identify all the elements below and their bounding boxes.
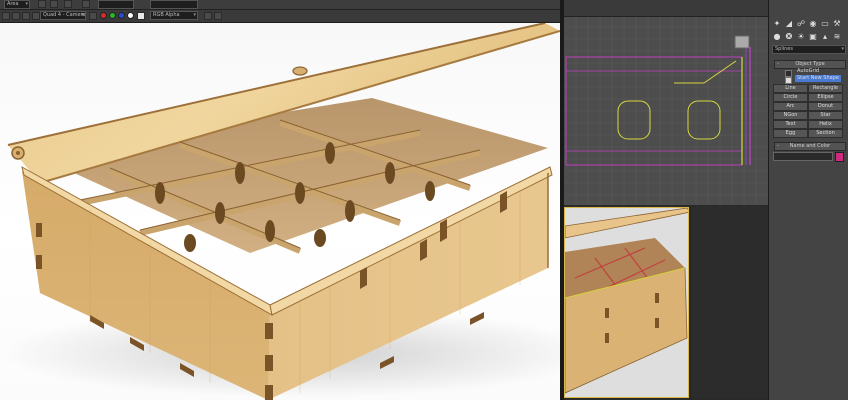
- autogrid-checkbox[interactable]: [785, 70, 792, 77]
- arc-button[interactable]: Arc: [773, 102, 808, 111]
- crop-icon[interactable]: [50, 0, 58, 8]
- channel-display-dropdown[interactable]: RGB Alpha ▾: [150, 11, 198, 20]
- modify-tab-icon[interactable]: ◢: [784, 19, 794, 28]
- hierarchy-tab-icon[interactable]: ☍: [796, 19, 806, 28]
- top-viewport-canvas: [564, 17, 768, 205]
- region-icon[interactable]: [38, 0, 46, 8]
- lock-viewport-icon[interactable]: [89, 12, 97, 20]
- circle-button[interactable]: Circle: [773, 93, 808, 102]
- wooden-box-render: [0, 23, 560, 400]
- channel-dropdown-value: RGB Alpha: [153, 12, 180, 18]
- green-channel-icon[interactable]: [109, 12, 116, 19]
- viewport-top-strip: [564, 0, 768, 17]
- section-button[interactable]: Section: [808, 129, 843, 138]
- lights-icon[interactable]: ☀: [796, 32, 806, 41]
- render-toolbar-top: Area ▾: [0, 0, 560, 10]
- line-button[interactable]: Line: [773, 84, 808, 93]
- hinge-right: [292, 66, 308, 76]
- ngon-button[interactable]: NGon: [773, 111, 808, 120]
- text-button[interactable]: Text: [773, 120, 808, 129]
- render-toolbar-bottom: Quad 4 - Camera ▾ RGB Alpha ▾: [0, 10, 560, 23]
- category-dropdown-value: Splines: [775, 46, 793, 52]
- category-dropdown[interactable]: Splines ▾: [772, 45, 846, 54]
- chevron-down-icon: ▾: [841, 46, 844, 52]
- alpha-channel-icon[interactable]: [127, 12, 134, 19]
- donut-button[interactable]: Donut: [808, 102, 843, 111]
- egg-button[interactable]: Egg: [773, 129, 808, 138]
- chevron-down-icon: ▾: [81, 12, 84, 18]
- autogrid-label: AutoGrid: [797, 68, 820, 74]
- reset-icon[interactable]: [32, 12, 40, 20]
- monochrome-icon[interactable]: [137, 12, 145, 20]
- perspective-viewport-canvas: [565, 208, 688, 397]
- collapse-icon: -: [777, 61, 779, 67]
- object-type-title: Object Type: [795, 61, 825, 67]
- rendered-frame-view: [0, 23, 560, 400]
- geometry-icon[interactable]: ●: [772, 32, 782, 41]
- red-channel-icon[interactable]: [100, 12, 107, 19]
- chevron-down-icon: ▾: [25, 1, 28, 7]
- camera-icon: [734, 35, 750, 49]
- helix-button[interactable]: Helix: [808, 120, 843, 129]
- chevron-down-icon: ▾: [193, 12, 196, 18]
- cameras-icon[interactable]: ▣: [808, 32, 818, 41]
- motion-tab-icon[interactable]: ◉: [808, 19, 818, 28]
- space-warps-icon[interactable]: ≋: [832, 32, 842, 41]
- save-image-icon[interactable]: [204, 12, 212, 20]
- star-button[interactable]: Star: [808, 111, 843, 120]
- collapse-icon: -: [777, 143, 779, 149]
- clone-frame-icon[interactable]: [214, 12, 222, 20]
- create-tab-icon[interactable]: ✦: [772, 19, 782, 28]
- ellipse-button[interactable]: Ellipse: [808, 93, 843, 102]
- perspective-viewport[interactable]: [564, 207, 689, 398]
- display-tab-icon[interactable]: ▭: [820, 19, 830, 28]
- start-new-shape-label: Start New Shape: [795, 75, 841, 82]
- utilities-tab-icon[interactable]: ⚒: [832, 19, 842, 28]
- object-name-input[interactable]: [773, 152, 833, 161]
- name-and-color-rollout-header[interactable]: - Name and Color: [774, 142, 846, 151]
- area-dropdown-value: Area: [7, 1, 19, 7]
- renderer-dropdown[interactable]: [150, 0, 198, 9]
- blowup-icon[interactable]: [64, 0, 72, 8]
- object-color-swatch[interactable]: [835, 152, 844, 162]
- empty-viewport[interactable]: [690, 207, 769, 398]
- helpers-icon[interactable]: ▴: [820, 32, 830, 41]
- pan-icon[interactable]: [2, 12, 10, 20]
- top-viewport[interactable]: [564, 17, 768, 205]
- zoom-icon[interactable]: [12, 12, 20, 20]
- frame-icon[interactable]: [22, 12, 30, 20]
- hinge-hole: [16, 151, 20, 155]
- area-to-render-dropdown[interactable]: Area ▾: [4, 0, 30, 9]
- rectangle-button[interactable]: Rectangle: [808, 84, 843, 93]
- viewport-dropdown[interactable]: Quad 4 - Camera ▾: [40, 11, 86, 20]
- preset-dropdown[interactable]: [98, 0, 134, 9]
- shapes-icon[interactable]: ❂: [784, 32, 794, 41]
- viewport-dropdown-value: Quad 4 - Camera: [43, 12, 86, 18]
- blue-channel-icon[interactable]: [118, 12, 125, 19]
- start-new-shape-checkbox[interactable]: [785, 77, 792, 84]
- name-and-color-title: Name and Color: [789, 143, 831, 149]
- lock-icon[interactable]: [82, 0, 90, 8]
